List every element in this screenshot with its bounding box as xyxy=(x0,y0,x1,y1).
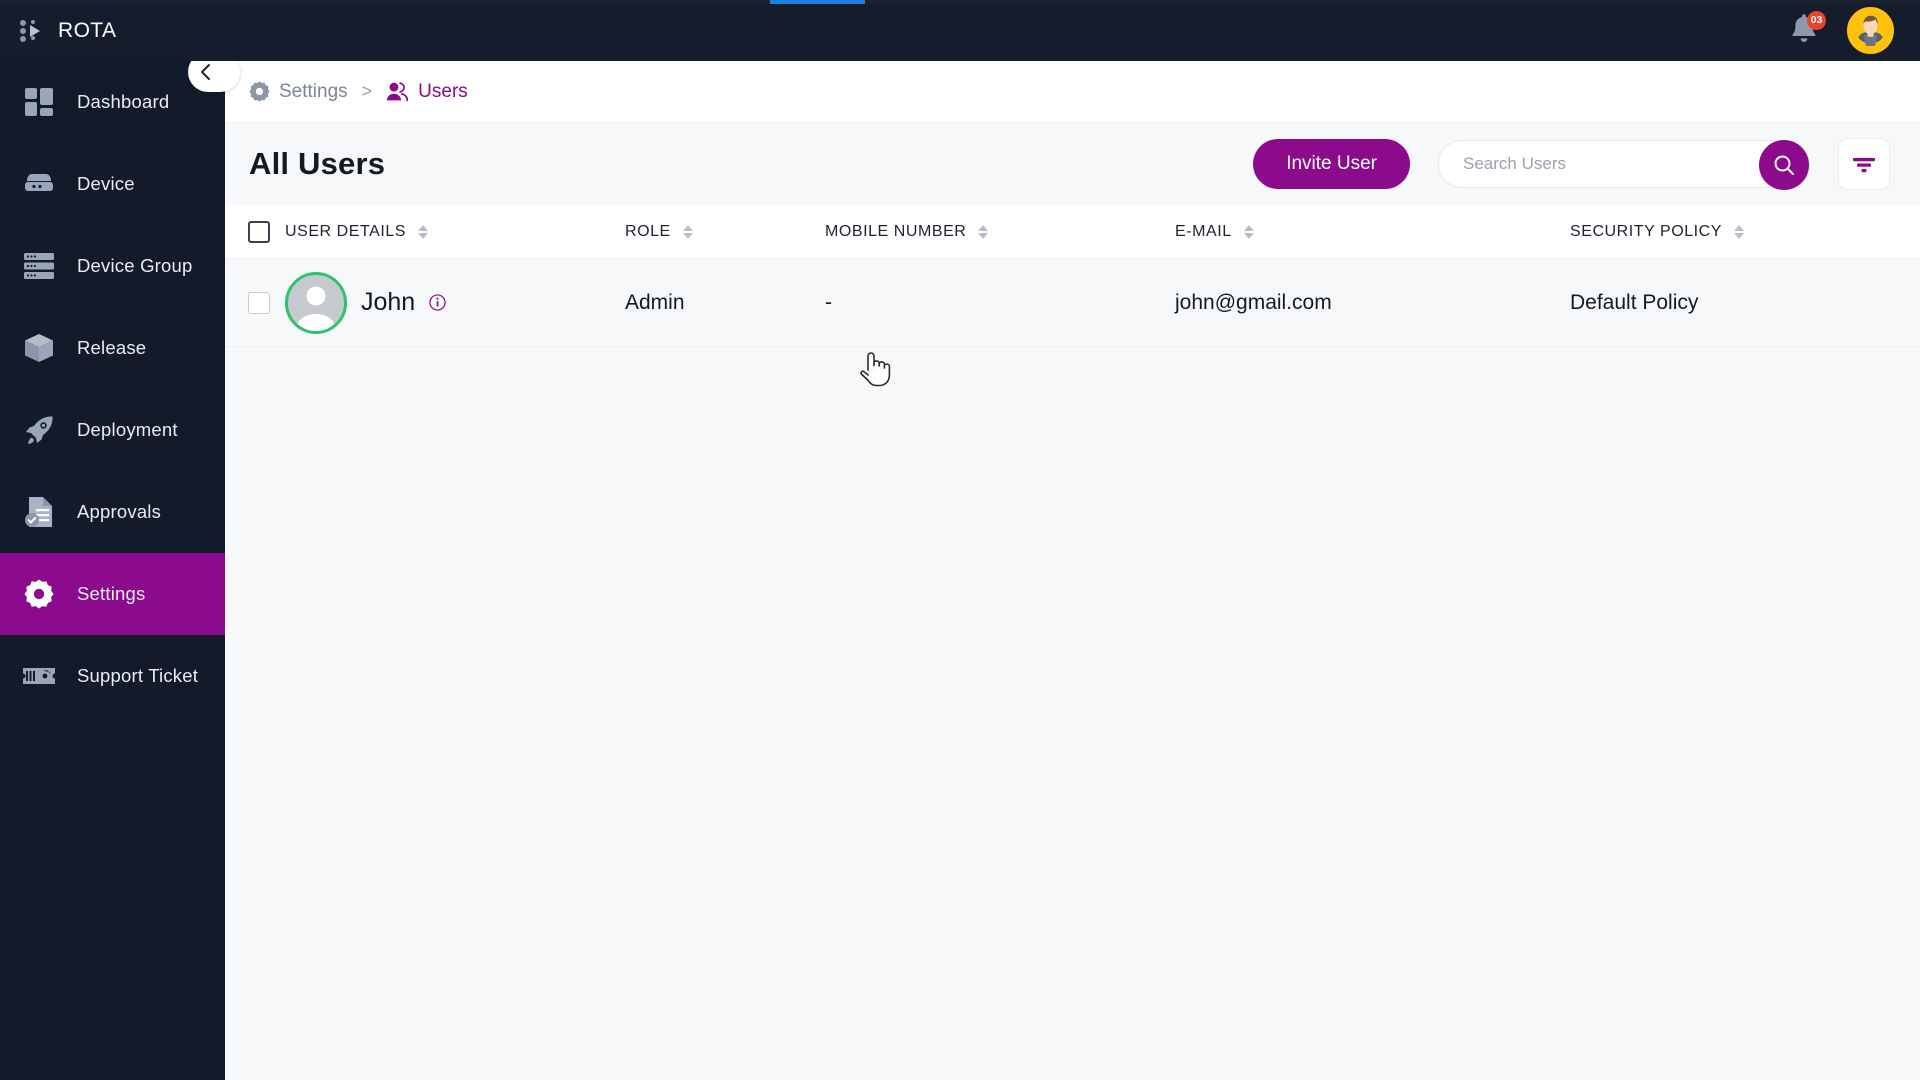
approvals-icon xyxy=(22,495,56,529)
breadcrumb-item-users[interactable]: Users xyxy=(386,81,468,103)
sidebar: Dashboard Device Device Group Release De… xyxy=(0,61,225,1080)
sidebar-item-approvals[interactable]: Approvals xyxy=(0,471,225,553)
column-label: MOBILE NUMBER xyxy=(825,222,967,240)
user-avatar-icon xyxy=(285,271,347,334)
breadcrumb-item-settings[interactable]: Settings xyxy=(249,81,348,103)
users-icon xyxy=(387,82,409,102)
column-label: USER DETAILS xyxy=(285,222,406,240)
filter-button[interactable] xyxy=(1838,138,1890,190)
sidebar-item-label: Device Group xyxy=(77,255,193,276)
sidebar-item-label: Device xyxy=(77,173,135,194)
gear-icon xyxy=(249,81,270,102)
table-body: John Admin - john@gmail.com Default Poli… xyxy=(225,259,1920,347)
row-select-checkbox[interactable] xyxy=(248,291,270,314)
breadcrumb-label: Settings xyxy=(279,80,348,102)
page-loading-bar-track xyxy=(0,0,1920,4)
page-header: All Users Invite User xyxy=(225,123,1920,205)
user-name: John xyxy=(361,288,416,316)
brand-title: ROTA xyxy=(58,18,117,42)
sort-icon[interactable] xyxy=(978,224,989,239)
sidebar-item-label: Deployment xyxy=(77,419,178,440)
invite-user-button[interactable]: Invite User xyxy=(1253,139,1410,189)
breadcrumb: Settings > Users xyxy=(225,61,1920,123)
role-cell: Admin xyxy=(625,290,685,314)
search-icon xyxy=(1774,155,1794,175)
table-row[interactable]: John Admin - john@gmail.com Default Poli… xyxy=(225,259,1920,347)
top-bar: ROTA 03 xyxy=(0,0,1920,61)
sidebar-item-label: Settings xyxy=(77,583,146,604)
sort-icon[interactable] xyxy=(682,224,693,239)
avatar[interactable] xyxy=(1847,7,1894,54)
search-button[interactable] xyxy=(1759,140,1809,190)
sidebar-item-label: Approvals xyxy=(77,501,162,522)
support-ticket-icon xyxy=(22,659,56,693)
notification-bell-button[interactable]: 03 xyxy=(1787,10,1826,49)
column-header-security-policy[interactable]: SECURITY POLICY xyxy=(1570,223,1920,241)
column-header-user-details[interactable]: USER DETAILS xyxy=(285,223,625,241)
sidebar-item-device-group[interactable]: Device Group xyxy=(0,225,225,307)
sidebar-item-label: Dashboard xyxy=(77,91,170,112)
search-input[interactable] xyxy=(1439,141,1809,187)
breadcrumb-separator: > xyxy=(361,81,373,101)
column-label: E-MAIL xyxy=(1175,222,1232,240)
page-loading-bar-fill xyxy=(770,0,865,4)
user-avatar-icon xyxy=(1849,9,1892,52)
security-policy-cell: Default Policy xyxy=(1570,290,1699,314)
sort-icon[interactable] xyxy=(1243,224,1254,239)
select-all-checkbox[interactable] xyxy=(248,220,270,243)
search-box xyxy=(1438,140,1810,190)
release-box-icon xyxy=(22,331,56,365)
column-label: SECURITY POLICY xyxy=(1570,222,1722,240)
main-content: Settings > Users All Users Invite User S… xyxy=(225,61,1920,1080)
sort-icon[interactable] xyxy=(418,224,428,239)
column-header-mobile-number[interactable]: MOBILE NUMBER xyxy=(825,223,1175,241)
chevron-left-icon xyxy=(201,64,210,80)
select-all-cell xyxy=(225,220,285,243)
column-label: ROLE xyxy=(625,222,671,240)
users-table: USER DETAILS ROLE MOBILE NUMBER E-MAIL S… xyxy=(225,205,1920,347)
rota-logo-icon xyxy=(20,19,42,43)
device-group-icon xyxy=(22,249,56,283)
sidebar-item-device[interactable]: Device xyxy=(0,143,225,225)
table-header-row: USER DETAILS ROLE MOBILE NUMBER E-MAIL S… xyxy=(225,205,1920,259)
column-header-role[interactable]: ROLE xyxy=(625,223,825,241)
gear-icon xyxy=(22,577,56,611)
page-title: All Users xyxy=(249,146,386,181)
sidebar-item-release[interactable]: Release xyxy=(0,307,225,389)
device-icon xyxy=(22,167,56,201)
info-icon[interactable] xyxy=(429,294,446,311)
top-bar-actions: 03 xyxy=(1787,0,1894,61)
email-cell: john@gmail.com xyxy=(1175,290,1332,314)
dashboard-icon xyxy=(22,85,56,119)
filter-icon xyxy=(1853,158,1875,173)
sort-icon[interactable] xyxy=(1734,224,1744,239)
breadcrumb-label: Users xyxy=(418,80,468,102)
rocket-icon xyxy=(22,413,56,447)
sidebar-item-label: Release xyxy=(77,337,147,358)
sidebar-item-support-ticket[interactable]: Support Ticket xyxy=(0,635,225,717)
mobile-number-cell: - xyxy=(825,290,832,314)
page-header-actions: Invite User xyxy=(1253,138,1890,190)
sidebar-item-deployment[interactable]: Deployment xyxy=(0,389,225,471)
sidebar-item-settings[interactable]: Settings xyxy=(0,553,225,635)
column-header-email[interactable]: E-MAIL xyxy=(1175,223,1570,241)
user-details-cell: John xyxy=(285,271,625,334)
sidebar-item-label: Support Ticket xyxy=(77,665,199,686)
brand[interactable]: ROTA xyxy=(20,0,116,61)
notification-count-badge: 03 xyxy=(1807,10,1826,30)
